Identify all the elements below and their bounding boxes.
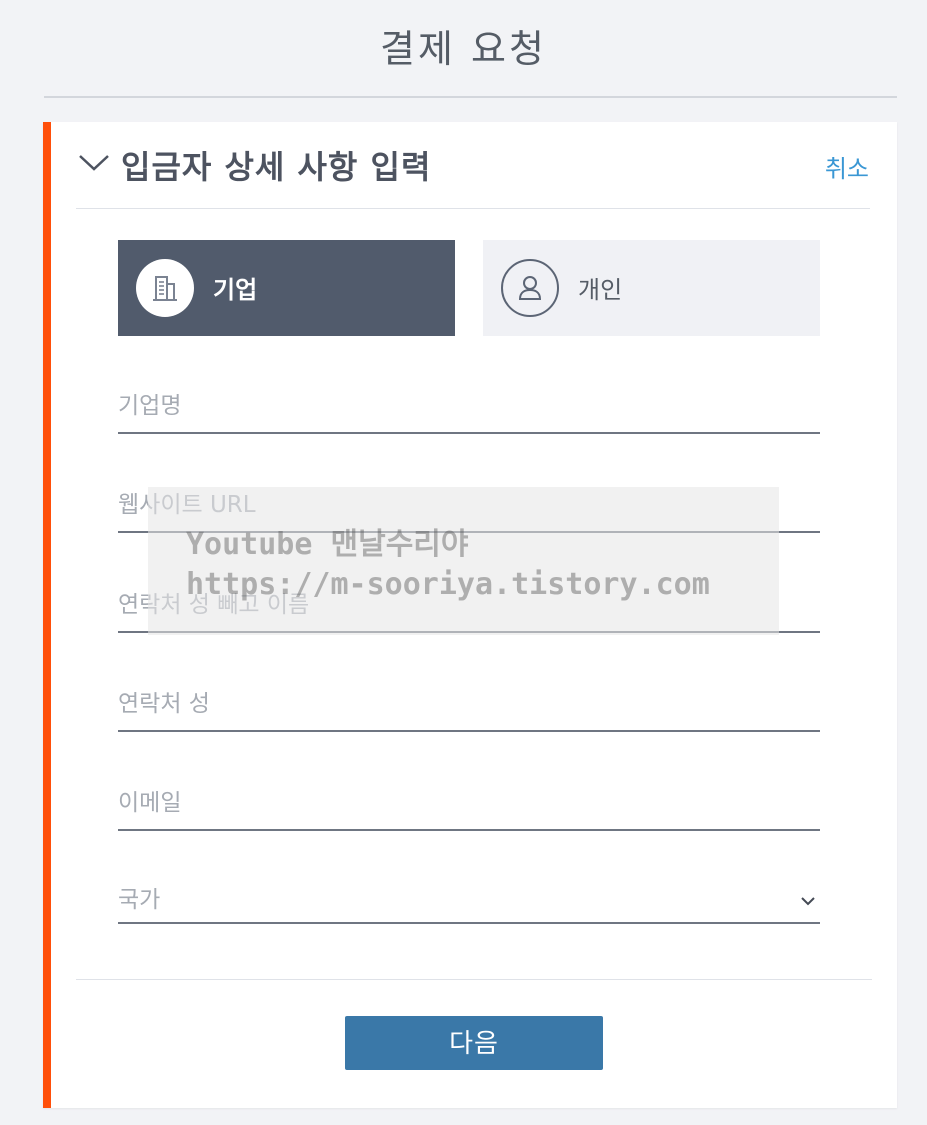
next-button[interactable]: 다음 <box>345 1016 603 1070</box>
title-divider <box>44 96 897 98</box>
payer-details-card: 입금자 상세 사항 입력 취소 기업 개인 기업명 웹사이트 URL 연락처 성… <box>43 122 897 1108</box>
cancel-link[interactable]: 취소 <box>825 149 869 184</box>
contact-last-name-field[interactable] <box>118 672 820 732</box>
building-icon <box>153 276 177 301</box>
company-name-input[interactable] <box>118 388 820 424</box>
page-title: 결제 요청 <box>380 27 547 71</box>
email-field[interactable] <box>118 771 820 831</box>
personal-icon-circle <box>501 259 559 317</box>
contact-last-name-input[interactable] <box>118 686 820 722</box>
chevron-down-icon[interactable] <box>800 896 816 906</box>
contact-first-name-field[interactable] <box>118 573 820 633</box>
country-select-label: 국가 <box>118 887 161 913</box>
contact-first-name-input[interactable] <box>118 587 820 623</box>
website-url-input[interactable] <box>118 487 820 523</box>
company-icon-circle <box>136 259 194 317</box>
header-divider <box>76 208 870 209</box>
person-icon <box>518 276 542 300</box>
email-input[interactable] <box>118 785 820 821</box>
section-title: 입금자 상세 사항 입력 <box>121 148 432 186</box>
website-url-field[interactable] <box>118 473 820 533</box>
company-type-label: 기업 <box>213 276 258 304</box>
section-header[interactable]: 입금자 상세 사항 입력 취소 <box>51 122 897 208</box>
company-type-button[interactable]: 기업 <box>118 240 455 336</box>
footer-divider <box>76 979 872 980</box>
personal-type-button[interactable]: 개인 <box>483 240 820 336</box>
personal-type-label: 개인 <box>578 276 623 304</box>
company-name-field[interactable] <box>118 374 820 434</box>
country-select[interactable]: 국가 <box>118 864 820 924</box>
chevron-down-icon[interactable] <box>77 150 111 174</box>
